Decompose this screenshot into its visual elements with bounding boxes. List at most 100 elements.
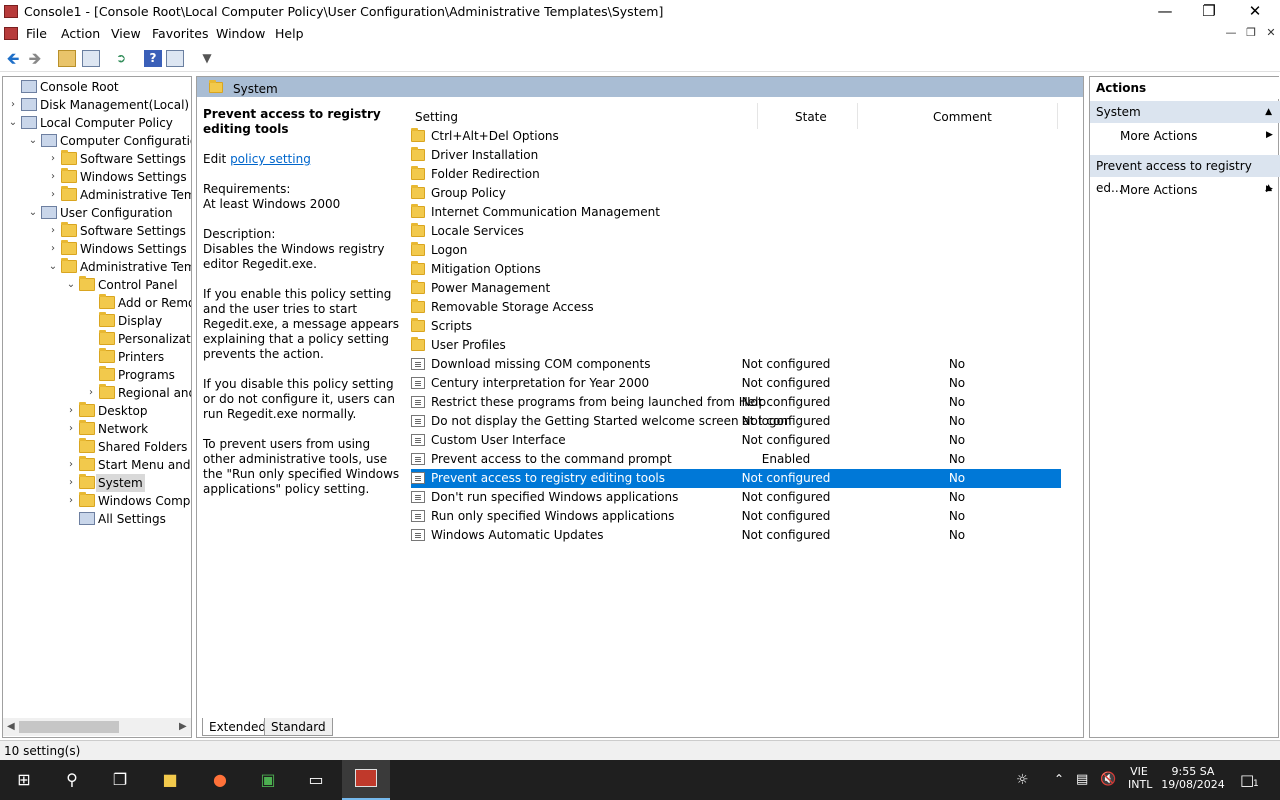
policy-row[interactable]: Do not display the Getting Started welco… [411,412,1061,431]
tab-extended[interactable]: Extended [202,718,273,736]
scroll-right-icon[interactable]: ▶ [179,721,187,732]
more-actions-policy[interactable]: More Actions [1120,183,1197,197]
policy-row[interactable]: Prevent access to the command prompt Enab… [411,450,1061,469]
show-hide-tree-icon[interactable] [82,50,100,67]
policy-row[interactable]: Restrict these programs from being launc… [411,393,1061,412]
close-icon[interactable]: ✕ [1232,0,1278,24]
forward-arrow-icon[interactable]: 🡺 [26,50,44,67]
folder-row[interactable]: Removable Storage Access [411,298,1061,317]
expanded-chevron-icon[interactable]: ⌄ [27,204,39,222]
folder-row[interactable]: Group Policy [411,184,1061,203]
column-divider[interactable] [857,103,858,129]
collapsed-chevron-icon[interactable]: › [47,168,59,186]
folder-row[interactable]: Scripts [411,317,1061,336]
actions-group-system[interactable]: System ▲ [1090,101,1280,123]
requirements-label: Requirements: [203,182,291,196]
collapsed-chevron-icon[interactable]: › [65,456,77,474]
scroll-thumb[interactable] [19,721,119,733]
volume-muted-icon[interactable]: 🔇 [1100,772,1116,787]
folder-row[interactable]: Locale Services [411,222,1061,241]
column-divider[interactable] [757,103,758,129]
expanded-chevron-icon[interactable]: ⌄ [27,132,39,150]
collapsed-chevron-icon[interactable]: › [65,492,77,510]
collapsed-chevron-icon[interactable]: › [85,384,97,402]
folder-row[interactable]: Logon [411,241,1061,260]
console-menu-icon[interactable] [4,27,18,40]
child-minimize-icon[interactable]: — [1222,26,1240,39]
column-state[interactable]: State [795,107,827,127]
minimize-icon[interactable]: — [1142,0,1188,24]
policy-row[interactable]: Prevent access to registry editing tools… [411,469,1061,488]
collapsed-chevron-icon[interactable]: › [65,420,77,438]
extended-description: Prevent access to registry editing tools… [203,107,403,512]
collapsed-chevron-icon[interactable]: › [47,186,59,204]
command-prompt-icon[interactable]: ▭ [304,768,328,792]
network-icon[interactable]: ▤ [1076,772,1088,787]
menu-action[interactable]: Action [61,26,100,41]
more-actions-system[interactable]: More Actions [1120,129,1197,143]
column-divider[interactable] [1057,103,1058,129]
menu-window[interactable]: Window [216,26,265,41]
show-hide-action-pane-icon[interactable] [166,50,184,67]
child-restore-icon[interactable]: ❐ [1242,26,1260,39]
collapsed-chevron-icon[interactable]: › [47,222,59,240]
firefox-icon[interactable]: ● [208,768,232,792]
restore-icon[interactable]: ❐ [1186,0,1232,24]
setting-name: Group Policy [431,186,506,200]
collapse-caret-icon[interactable]: ▲ [1265,101,1272,123]
tab-standard[interactable]: Standard [264,718,333,736]
clock[interactable]: 9:55 SA 19/08/2024 [1160,765,1226,791]
tray-chevron-icon[interactable]: ⌃ [1054,772,1064,786]
policy-row[interactable]: Download missing COM components Not confi… [411,355,1061,374]
tree-horizontal-scrollbar[interactable]: ◀ ▶ [3,718,191,736]
folder-row[interactable]: Internet Communication Management [411,203,1061,222]
collapsed-chevron-icon[interactable]: › [65,474,77,492]
policy-row[interactable]: Windows Automatic Updates Not configured N… [411,526,1061,545]
folder-row[interactable]: Power Management [411,279,1061,298]
column-comment[interactable]: Comment [933,107,992,127]
policy-row[interactable]: Don't run specified Windows applications… [411,488,1061,507]
up-folder-icon[interactable] [58,50,76,67]
mmc-app-icon[interactable] [4,5,18,18]
expanded-chevron-icon[interactable]: ⌄ [47,258,59,276]
actions-group-policy[interactable]: Prevent access to registry ed... ▲ [1090,155,1280,195]
folder-row[interactable]: User Profiles [411,336,1061,355]
policy-row[interactable]: Run only specified Windows applications N… [411,507,1061,526]
search-icon[interactable]: ⚲ [60,768,84,792]
collapsed-chevron-icon[interactable]: › [65,402,77,420]
menu-favorites[interactable]: Favorites [152,26,208,41]
collapsed-chevron-icon[interactable]: › [7,96,19,114]
input-language[interactable]: VIE INTL [1128,765,1152,791]
folder-row[interactable]: Folder Redirection [411,165,1061,184]
folder-row[interactable]: Mitigation Options [411,260,1061,279]
task-view-icon[interactable]: ❐ [108,768,132,792]
menu-file[interactable]: File [26,26,47,41]
filter-icon[interactable]: ▼ [198,50,216,67]
help-icon[interactable]: ? [144,50,162,67]
collapsed-chevron-icon[interactable]: › [47,240,59,258]
edit-policy-link[interactable]: policy setting [230,152,311,166]
column-setting[interactable]: Setting [415,107,458,127]
folder-icon [411,147,425,161]
policy-row[interactable]: Century interpretation for Year 2000 Not … [411,374,1061,393]
file-explorer-icon[interactable]: ■ [158,768,182,792]
start-windows-icon[interactable]: ⊞ [12,768,36,792]
collapsed-chevron-icon[interactable]: › [47,150,59,168]
people-icon[interactable]: ☼ [1016,772,1029,788]
scroll-left-icon[interactable]: ◀ [7,721,15,732]
folder-row[interactable]: Ctrl+Alt+Del Options [411,127,1061,146]
child-close-icon[interactable]: ✕ [1262,26,1280,39]
server-manager-icon[interactable]: ▣ [256,768,280,792]
export-list-icon[interactable]: ➲ [112,50,130,67]
menu-view[interactable]: View [111,26,141,41]
expanded-chevron-icon[interactable]: ⌄ [7,114,19,132]
status-text: 10 setting(s) [4,744,81,758]
folder-row[interactable]: Driver Installation [411,146,1061,165]
mmc-taskbar-button[interactable] [342,760,390,800]
expanded-chevron-icon[interactable]: ⌄ [65,276,77,294]
menu-help[interactable]: Help [275,26,304,41]
setting-comment: No [948,376,966,390]
policy-row[interactable]: Custom User Interface Not configured No [411,431,1061,450]
back-arrow-icon[interactable]: 🡸 [4,50,22,67]
console-tree[interactable]: Console Root › Disk Management(Local) ⌄ Loca… [2,76,192,738]
